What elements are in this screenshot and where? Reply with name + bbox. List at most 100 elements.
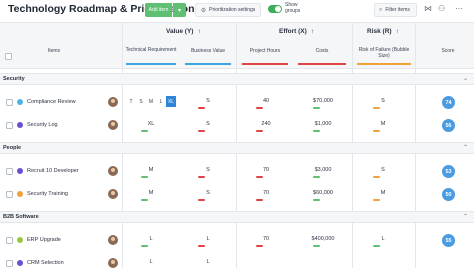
- project-hours-header[interactable]: Project Hours: [240, 48, 290, 54]
- collapse-chevron-icon[interactable]: ⌃: [463, 213, 468, 220]
- score-badge: 53: [442, 165, 455, 178]
- value-weight-bar: [185, 63, 231, 65]
- filter-input[interactable]: ⌕ Filter items: [374, 3, 417, 17]
- risk-of-failure-cell-bar: [373, 176, 380, 178]
- score-header[interactable]: Score: [430, 48, 466, 54]
- row-checkbox[interactable]: [6, 191, 13, 198]
- risk-of-failure-cell[interactable]: S: [368, 98, 398, 104]
- effort-group-header[interactable]: Effort (X) ↑: [279, 28, 314, 35]
- row-checkbox[interactable]: [6, 168, 13, 175]
- business-value-cell-bar: [198, 176, 205, 178]
- show-groups-toggle[interactable]: [268, 5, 282, 13]
- users-icon[interactable]: ⚇: [438, 4, 445, 13]
- sort-up-icon[interactable]: ↑: [396, 28, 399, 35]
- status-dot: [17, 99, 23, 105]
- share-icon[interactable]: ⋈: [424, 4, 432, 13]
- section-header[interactable]: Security ⌄: [0, 73, 474, 85]
- risk-of-failure-cell[interactable]: S: [368, 167, 398, 173]
- business-value-header[interactable]: Business Value: [182, 48, 234, 54]
- add-item-dropdown-button[interactable]: ▾: [173, 3, 186, 17]
- business-value-cell-bar: [198, 130, 205, 132]
- project-hours-cell[interactable]: 70: [251, 236, 281, 242]
- business-value-cell-bar: [198, 245, 205, 247]
- risk-of-failure-cell[interactable]: M: [368, 190, 398, 196]
- risk-of-failure-cell[interactable]: L: [368, 236, 398, 242]
- business-value-cell[interactable]: S: [193, 190, 223, 196]
- business-value-cell[interactable]: S: [193, 121, 223, 127]
- technical-requirement-cell-bar: [141, 199, 148, 201]
- risk-group-header[interactable]: Risk (R) ↑: [367, 28, 399, 35]
- project-hours-cell[interactable]: 240: [251, 121, 281, 127]
- status-dot: [17, 191, 23, 197]
- more-icon[interactable]: ⋯: [455, 4, 463, 13]
- sort-up-icon[interactable]: ↑: [311, 28, 314, 35]
- item-name[interactable]: Recruit 10 Developer: [27, 168, 79, 174]
- effort-weight-bar: [242, 63, 288, 65]
- project-hours-cell-bar: [256, 245, 263, 247]
- technical-requirement-cell[interactable]: L: [136, 259, 166, 265]
- size-option-m[interactable]: M: [146, 96, 156, 107]
- table-header: [0, 22, 474, 69]
- costs-header[interactable]: Costs: [296, 48, 348, 54]
- project-hours-cell[interactable]: 70: [251, 190, 281, 196]
- technical-requirement-header[interactable]: Technical Requirement: [124, 47, 178, 53]
- item-name[interactable]: Security Log: [27, 122, 58, 128]
- item-name[interactable]: Security Training: [27, 191, 68, 197]
- size-option-l[interactable]: L: [156, 96, 166, 107]
- size-option-s[interactable]: S: [136, 96, 146, 107]
- select-all-checkbox[interactable]: [5, 53, 12, 60]
- collapse-chevron-icon[interactable]: ⌃: [463, 144, 468, 151]
- risk-of-failure-cell-bar: [373, 245, 380, 247]
- add-item-button[interactable]: Add item: [145, 3, 172, 17]
- project-hours-cell-bar: [256, 199, 263, 201]
- value-group-header[interactable]: Value (Y) ↑: [166, 28, 201, 35]
- business-value-cell-bar: [198, 199, 205, 201]
- business-value-cell[interactable]: L: [193, 236, 223, 242]
- sort-up-icon[interactable]: ↑: [197, 28, 200, 35]
- costs-cell-bar: [313, 199, 320, 201]
- section-header[interactable]: B2B Software ⌃: [0, 211, 474, 223]
- status-dot: [17, 237, 23, 243]
- costs-cell[interactable]: $400,000: [308, 236, 338, 242]
- avatar: [108, 97, 118, 107]
- costs-cell-bar: [313, 176, 320, 178]
- row-checkbox[interactable]: [6, 260, 13, 267]
- item-name[interactable]: Compliance Review: [27, 99, 76, 105]
- effort-weight-bar: [298, 63, 346, 65]
- sliders-icon: ⚙: [200, 7, 207, 14]
- project-hours-cell[interactable]: 70: [251, 167, 281, 173]
- prioritization-settings-button[interactable]: ⚙ Prioritization settings: [195, 3, 261, 17]
- filter-placeholder: Filter items: [385, 7, 410, 13]
- business-value-cell[interactable]: S: [193, 167, 223, 173]
- technical-requirement-cell[interactable]: XL: [136, 121, 166, 127]
- costs-cell[interactable]: $3,000: [308, 167, 338, 173]
- risk-group-label: Risk (R): [367, 28, 392, 35]
- section-header[interactable]: People ⌃: [0, 142, 474, 154]
- section-label: Security: [3, 76, 25, 82]
- costs-cell[interactable]: $60,000: [308, 190, 338, 196]
- business-value-cell[interactable]: L: [193, 259, 223, 265]
- items-column-header[interactable]: Items: [38, 48, 70, 54]
- row-checkbox[interactable]: [6, 99, 13, 106]
- costs-cell[interactable]: $1,000: [308, 121, 338, 127]
- technical-requirement-cell[interactable]: M: [136, 167, 166, 173]
- risk-of-failure-cell[interactable]: M: [368, 121, 398, 127]
- item-name[interactable]: CRM Selection: [27, 260, 64, 266]
- business-value-cell[interactable]: S: [193, 98, 223, 104]
- risk-of-failure-header[interactable]: Risk of Failure (Bubble Size): [355, 47, 413, 59]
- technical-requirement-cell[interactable]: M: [136, 190, 166, 196]
- costs-cell-bar: [313, 107, 320, 109]
- costs-cell[interactable]: $70,000: [308, 98, 338, 104]
- row-checkbox[interactable]: [6, 237, 13, 244]
- size-option-t[interactable]: T: [126, 96, 136, 107]
- collapse-chevron-icon[interactable]: ⌄: [463, 75, 468, 82]
- size-option-xl[interactable]: XL: [166, 96, 176, 107]
- status-dot: [17, 122, 23, 128]
- project-hours-cell[interactable]: 40: [251, 98, 281, 104]
- score-badge: 56: [442, 119, 455, 132]
- row-checkbox[interactable]: [6, 122, 13, 129]
- technical-requirement-cell[interactable]: L: [136, 236, 166, 242]
- effort-group-label: Effort (X): [279, 28, 307, 35]
- risk-weight-bar: [357, 63, 411, 65]
- item-name[interactable]: ERP Upgrade: [27, 237, 61, 243]
